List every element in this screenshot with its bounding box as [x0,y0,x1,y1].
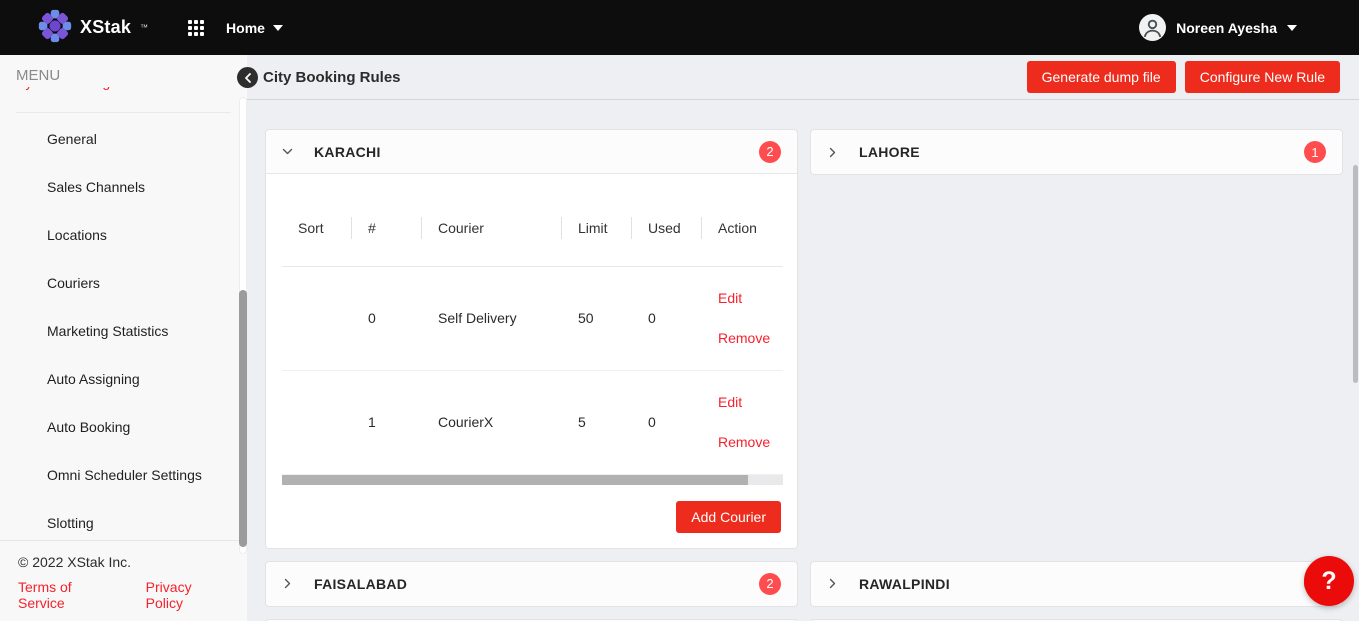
city-name: RAWALPINDI [859,576,950,592]
city-card-karachi-header[interactable]: KARACHI 2 [266,130,797,174]
rule-count-badge: 2 [759,141,781,163]
rule-count-badge: 2 [759,573,781,595]
apps-grid-icon[interactable] [188,20,204,36]
add-courier-button[interactable]: Add Courier [676,501,781,533]
column-header-action: Action [702,190,783,266]
terms-of-service-link[interactable]: Terms of Service [18,579,118,611]
column-header-sort: Sort [282,190,352,266]
table-horizontal-scrollbar-track[interactable] [282,475,783,485]
couriers-table: Sort # Courier Limit Used Action [282,190,783,475]
top-navbar: XStak ™ Home Noreen Ayesha [0,0,1359,55]
configure-new-rule-button[interactable]: Configure New Rule [1185,61,1340,93]
chevron-right-icon [827,147,838,158]
city-card-rawalpindi-header[interactable]: RAWALPINDI [811,562,1342,606]
remove-link[interactable]: Remove [718,432,783,453]
sidebar-scrollbar-thumb[interactable] [239,290,247,547]
sidebar-active-section-clipped[interactable]: System Settings [16,87,231,93]
column-header-courier: Courier [422,190,562,266]
row-order: 1 [352,370,422,474]
remove-link[interactable]: Remove [718,328,783,349]
column-header-used: Used [632,190,702,266]
sidebar-item-sales-channels[interactable]: Sales Channels [0,163,247,211]
sidebar-item-marketing-statistics[interactable]: Marketing Statistics [0,307,247,355]
sidebar-item-omni-scheduler-settings[interactable]: Omni Scheduler Settings [0,451,247,499]
sidebar-menu: General Sales Channels Locations Courier… [0,113,247,540]
home-menu-label: Home [226,20,265,36]
rule-count-badge: 1 [1304,141,1326,163]
row-order: 0 [352,266,422,370]
city-card-lahore: LAHORE 1 [810,129,1343,175]
row-used: 0 [632,370,702,474]
table-header-row: Sort # Courier Limit Used Action [282,190,783,266]
sidebar: MENU System Settings General Sales Chann… [0,55,247,621]
page-scrollbar-thumb[interactable] [1353,165,1358,383]
page-header: City Booking Rules Generate dump file Co… [247,55,1359,100]
row-courier: CourierX [422,370,562,474]
sidebar-footer: © 2022 XStak Inc. Terms of Service Priva… [0,540,247,621]
user-avatar [1139,14,1166,41]
city-card-karachi: KARACHI 2 Sort # [265,129,798,549]
column-header-limit: Limit [562,190,632,266]
brand-name: XStak [80,17,131,38]
couriers-table-wrap: Sort # Courier Limit Used Action [282,190,783,475]
generate-dump-file-button[interactable]: Generate dump file [1027,61,1176,93]
sidebar-item-slotting[interactable]: Slotting [0,499,247,540]
main-content: City Booking Rules Generate dump file Co… [247,55,1359,621]
chevron-right-icon [282,578,293,589]
sidebar-scrollbar-track[interactable] [239,97,247,554]
chevron-down-icon [1287,25,1297,31]
chevron-left-icon [244,73,252,83]
sidebar-item-general[interactable]: General [0,115,247,163]
sidebar-item-locations[interactable]: Locations [0,211,247,259]
city-card-faisalabad-header[interactable]: FAISALABAD 2 [266,562,797,606]
column-header-number: # [352,190,422,266]
row-limit: 50 [562,266,632,370]
city-name: FAISALABAD [314,576,407,592]
city-name: KARACHI [314,144,381,160]
user-menu-dropdown[interactable]: Noreen Ayesha [1139,14,1297,41]
chevron-down-icon [282,146,293,157]
brand-trademark: ™ [140,23,148,32]
home-menu-dropdown[interactable]: Home [226,20,283,36]
edit-link[interactable]: Edit [718,288,783,309]
city-name: LAHORE [859,144,920,160]
privacy-policy-link[interactable]: Privacy Policy [146,579,229,611]
user-name: Noreen Ayesha [1176,20,1277,36]
city-card-faisalabad: FAISALABAD 2 [265,561,798,607]
row-courier: Self Delivery [422,266,562,370]
city-card-rawalpindi: RAWALPINDI [810,561,1343,607]
table-row: 1 CourierX 5 0 Edit Remove [282,370,783,474]
sidebar-item-couriers[interactable]: Couriers [0,259,247,307]
table-row: 0 Self Delivery 50 0 Edit Remove [282,266,783,370]
row-limit: 5 [562,370,632,474]
xstak-logo-icon [38,9,72,46]
city-card-karachi-body: Sort # Courier Limit Used Action [266,174,797,548]
chevron-down-icon [273,25,283,31]
back-button[interactable] [237,67,258,88]
chevron-right-icon [827,578,838,589]
sidebar-menu-label: MENU [16,65,231,87]
row-used: 0 [632,266,702,370]
edit-link[interactable]: Edit [718,392,783,413]
brand-logo-link[interactable]: XStak ™ [38,9,148,46]
city-card-lahore-header[interactable]: LAHORE 1 [811,130,1342,174]
table-horizontal-scrollbar-thumb[interactable] [282,475,748,485]
page-title: City Booking Rules [263,69,401,86]
sidebar-item-auto-assigning[interactable]: Auto Assigning [0,355,247,403]
copyright-text: © 2022 XStak Inc. [18,554,229,570]
sidebar-item-auto-booking[interactable]: Auto Booking [0,403,247,451]
help-button[interactable]: ? [1304,556,1354,606]
city-cards-grid: KARACHI 2 Sort # [247,100,1359,621]
